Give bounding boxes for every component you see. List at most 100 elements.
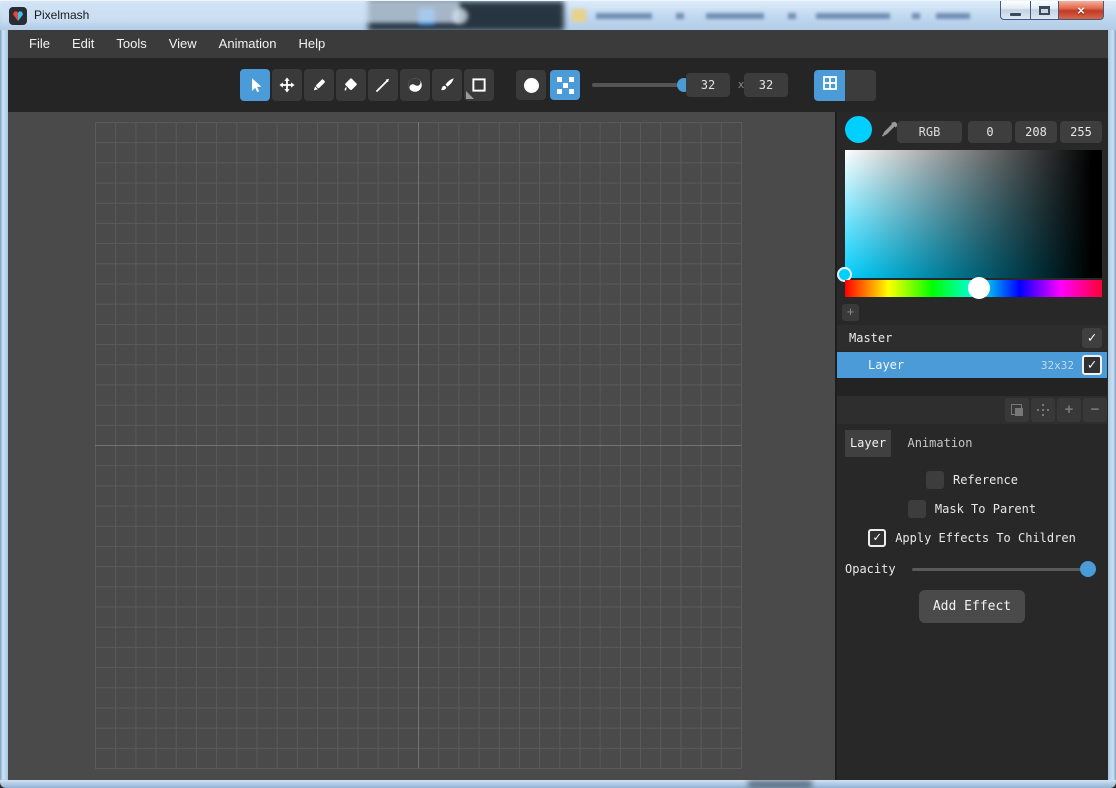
saturation-value-picker[interactable]: [845, 150, 1102, 278]
shading-swirl-icon: [406, 76, 424, 94]
grid-icon: [821, 74, 839, 97]
snap-dots-icon: [1042, 409, 1044, 411]
current-color-swatch[interactable]: [845, 116, 872, 143]
mask-to-parent-row: Mask To Parent: [837, 499, 1107, 519]
right-panel: RGB 0 208 255 + Master ✓ Layer 32x32 ✓: [835, 112, 1108, 780]
menu-tools[interactable]: Tools: [105, 30, 157, 58]
brush-tool[interactable]: [432, 69, 462, 101]
pencil-tool[interactable]: [304, 69, 334, 101]
shading-tool[interactable]: [400, 69, 430, 101]
layer-visibility-checkbox[interactable]: ✓: [1082, 328, 1102, 348]
titlebar-backdrop-text: [936, 13, 970, 19]
shape-tool[interactable]: [464, 69, 494, 101]
brush-icon: [438, 76, 456, 94]
layers-list-gap: [837, 378, 1107, 396]
mask-to-parent-checkbox[interactable]: [908, 500, 926, 518]
add-swatch-button[interactable]: +: [842, 304, 859, 321]
move-tool[interactable]: [272, 69, 302, 101]
maximize-button[interactable]: [1030, 1, 1059, 20]
canvas-center-hline: [95, 445, 741, 446]
remove-layer-button[interactable]: −: [1083, 398, 1107, 422]
tab-layer[interactable]: Layer: [845, 430, 891, 457]
tab-animation[interactable]: Animation: [899, 430, 981, 457]
titlebar-backdrop-text: [788, 13, 796, 19]
layer-name: Layer: [868, 358, 904, 372]
window-controls: ×: [1000, 1, 1104, 20]
brush-shape-dither-button[interactable]: [550, 70, 580, 100]
circle-brush-icon: [524, 78, 539, 93]
paint-bucket-icon: [342, 76, 360, 94]
apply-effects-row: ✓ Apply Effects To Children: [837, 528, 1107, 548]
hue-slider[interactable]: [845, 280, 1102, 297]
grid-off-button[interactable]: [845, 70, 876, 101]
maximize-icon: [1039, 6, 1050, 15]
grid-toggle-button[interactable]: [814, 70, 845, 101]
color-g-field[interactable]: 208: [1015, 121, 1057, 143]
minimize-icon: [1010, 13, 1021, 16]
menu-animation[interactable]: Animation: [208, 30, 288, 58]
minimize-button[interactable]: [1000, 1, 1030, 20]
titlebar-backdrop-text: [706, 13, 764, 19]
close-button[interactable]: ×: [1059, 1, 1104, 20]
layer-row-master[interactable]: Master ✓: [837, 325, 1107, 351]
apply-effects-label: Apply Effects To Children: [895, 531, 1076, 545]
main-area: RGB 0 208 255 + Master ✓ Layer 32x32 ✓: [8, 112, 1108, 780]
apply-effects-checkbox[interactable]: ✓: [868, 529, 886, 547]
canvas-width-field[interactable]: 32: [686, 73, 730, 97]
color-mode-button[interactable]: RGB: [897, 121, 962, 143]
cursor-arrow-icon: [246, 76, 264, 94]
minus-icon: −: [1091, 399, 1100, 421]
dither-pattern-icon: [557, 77, 574, 94]
pixel-canvas[interactable]: [95, 122, 742, 769]
layer-toolbar: + −: [837, 396, 1107, 424]
pencil-icon: [310, 76, 328, 94]
canvas-height-field[interactable]: 32: [744, 73, 788, 97]
layer-name: Master: [849, 331, 892, 345]
brush-shape-circle-button[interactable]: [516, 70, 546, 100]
add-effect-button[interactable]: Add Effect: [919, 590, 1025, 623]
duplicate-layer-button[interactable]: [1005, 398, 1029, 422]
titlebar-backdrop-text: [596, 13, 652, 19]
color-r-field[interactable]: 0: [968, 121, 1012, 143]
add-layer-button[interactable]: +: [1057, 398, 1081, 422]
opacity-label: Opacity: [845, 562, 896, 576]
titlebar-backdrop-text: [912, 13, 920, 19]
toolbar: 32 x 32: [8, 58, 1108, 112]
layer-visibility-checkbox[interactable]: ✓: [1082, 355, 1102, 375]
titlebar-backdrop-folder-icon: [572, 9, 586, 22]
fill-tool[interactable]: [336, 69, 366, 101]
select-tool[interactable]: [240, 69, 270, 101]
reference-label: Reference: [953, 473, 1018, 487]
reference-checkbox[interactable]: [926, 471, 944, 489]
menu-file[interactable]: File: [18, 30, 61, 58]
layer-size-badge: 32x32: [1041, 359, 1074, 372]
titlebar-backdrop-text: [676, 13, 684, 19]
layer-position-button[interactable]: [1031, 398, 1055, 422]
hue-slider-knob[interactable]: [968, 277, 990, 299]
title-bar[interactable]: Pixelmash ×: [0, 0, 1116, 30]
line-icon: [374, 76, 392, 94]
opacity-slider-knob[interactable]: [1080, 561, 1096, 577]
plus-icon: +: [1065, 399, 1074, 421]
brush-size-slider[interactable]: [592, 83, 684, 87]
menu-help[interactable]: Help: [287, 30, 336, 58]
mask-to-parent-label: Mask To Parent: [935, 502, 1036, 516]
close-icon: ×: [1077, 2, 1085, 19]
layer-row-layer[interactable]: Layer 32x32 ✓: [837, 352, 1107, 378]
inspector-tabs: Layer Animation: [837, 430, 1107, 457]
line-tool[interactable]: [368, 69, 398, 101]
window-border-right: [1108, 30, 1116, 780]
flyout-corner-icon: [466, 91, 474, 99]
move-icon: [278, 76, 296, 94]
menu-view[interactable]: View: [158, 30, 208, 58]
reference-row: Reference: [837, 470, 1107, 490]
color-b-field[interactable]: 255: [1060, 121, 1102, 143]
opacity-slider[interactable]: [912, 568, 1088, 571]
pixelmash-window: Pixelmash × File Edit Tools View Animati…: [0, 0, 1116, 788]
window-border-shadow: [748, 780, 812, 788]
pixelmash-logo-icon: [13, 11, 23, 21]
titlebar-backdrop-text: [816, 13, 890, 19]
app-icon: [9, 7, 27, 25]
duplicate-icon: [1011, 404, 1023, 416]
menu-edit[interactable]: Edit: [61, 30, 105, 58]
